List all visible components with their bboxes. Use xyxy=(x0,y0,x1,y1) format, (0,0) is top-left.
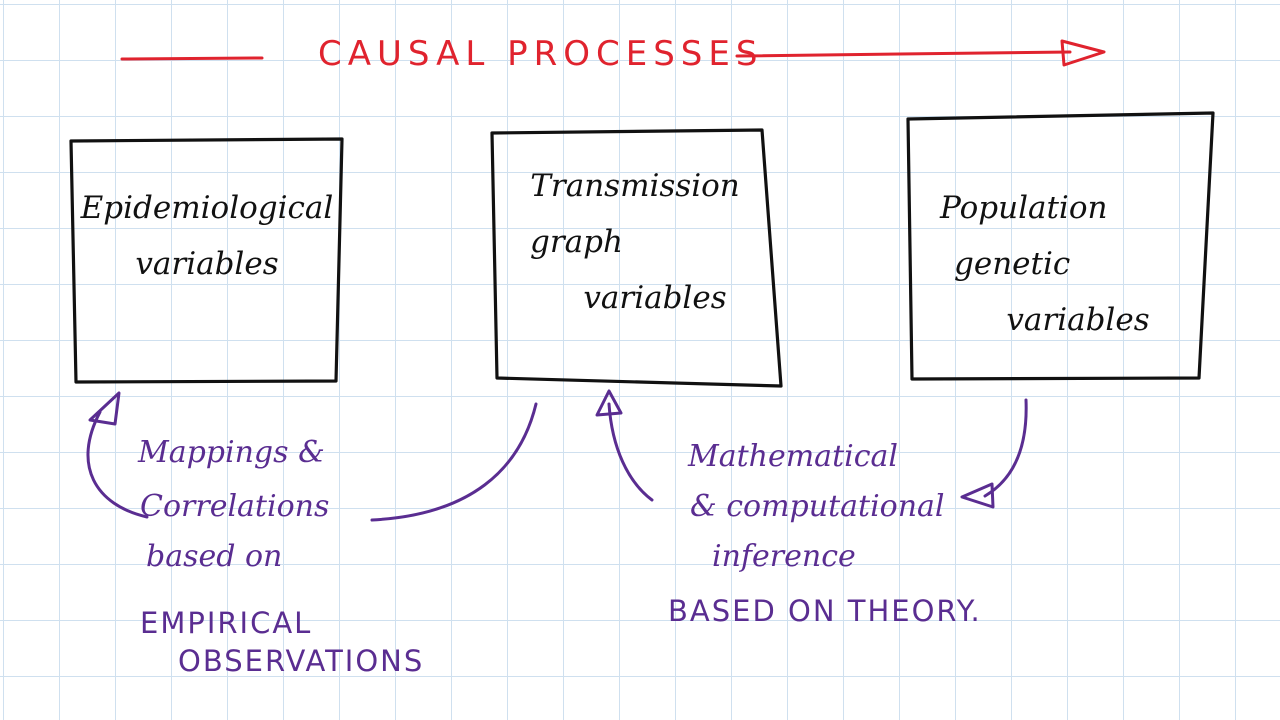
inference-arrow-curve xyxy=(607,402,654,502)
box-3-line-1: Population xyxy=(940,190,1108,226)
diagram-title: CAUSAL PROCESSES xyxy=(318,34,764,74)
mapping-note-line-3: based on xyxy=(146,539,283,574)
box-3-label: Population genetic variables xyxy=(920,180,1196,348)
box-2-label: Transmission graph variables xyxy=(500,158,770,326)
box-2-line-1: Transmission xyxy=(530,168,740,204)
mapping-note-line-4: EMPIRICAL xyxy=(140,606,313,640)
box-2-line-3: variables xyxy=(583,280,727,316)
mapping-note-line-1: Mappings & xyxy=(138,435,325,470)
box-2-line-2: graph xyxy=(530,224,623,260)
mapping-arrow-curve xyxy=(370,402,538,522)
mapping-note-line-5: OBSERVATIONS xyxy=(178,644,425,678)
title-line-left xyxy=(120,56,264,61)
population-arrow-curve xyxy=(983,398,1028,498)
inference-note-line-3: inference xyxy=(712,539,856,574)
box-1-label: Epidemiological variables xyxy=(78,180,336,292)
box-3-line-3: variables xyxy=(1006,302,1150,338)
mapping-arrowhead xyxy=(88,391,121,426)
inference-note-line-2: & computational xyxy=(690,489,945,524)
inference-note-line-1: Mathematical xyxy=(688,439,898,474)
box-3-line-2: genetic xyxy=(954,246,1071,282)
box-1-line-1: Epidemiological xyxy=(80,190,334,226)
mapping-note-line-2: Correlations xyxy=(140,489,330,524)
inference-note-line-4: BASED ON THEORY. xyxy=(668,594,982,628)
title-line-right xyxy=(735,50,1072,58)
whiteboard-canvas: CAUSAL PROCESSES Epidemiological variabl… xyxy=(0,0,1280,720)
box-1-line-2: variables xyxy=(135,246,279,282)
